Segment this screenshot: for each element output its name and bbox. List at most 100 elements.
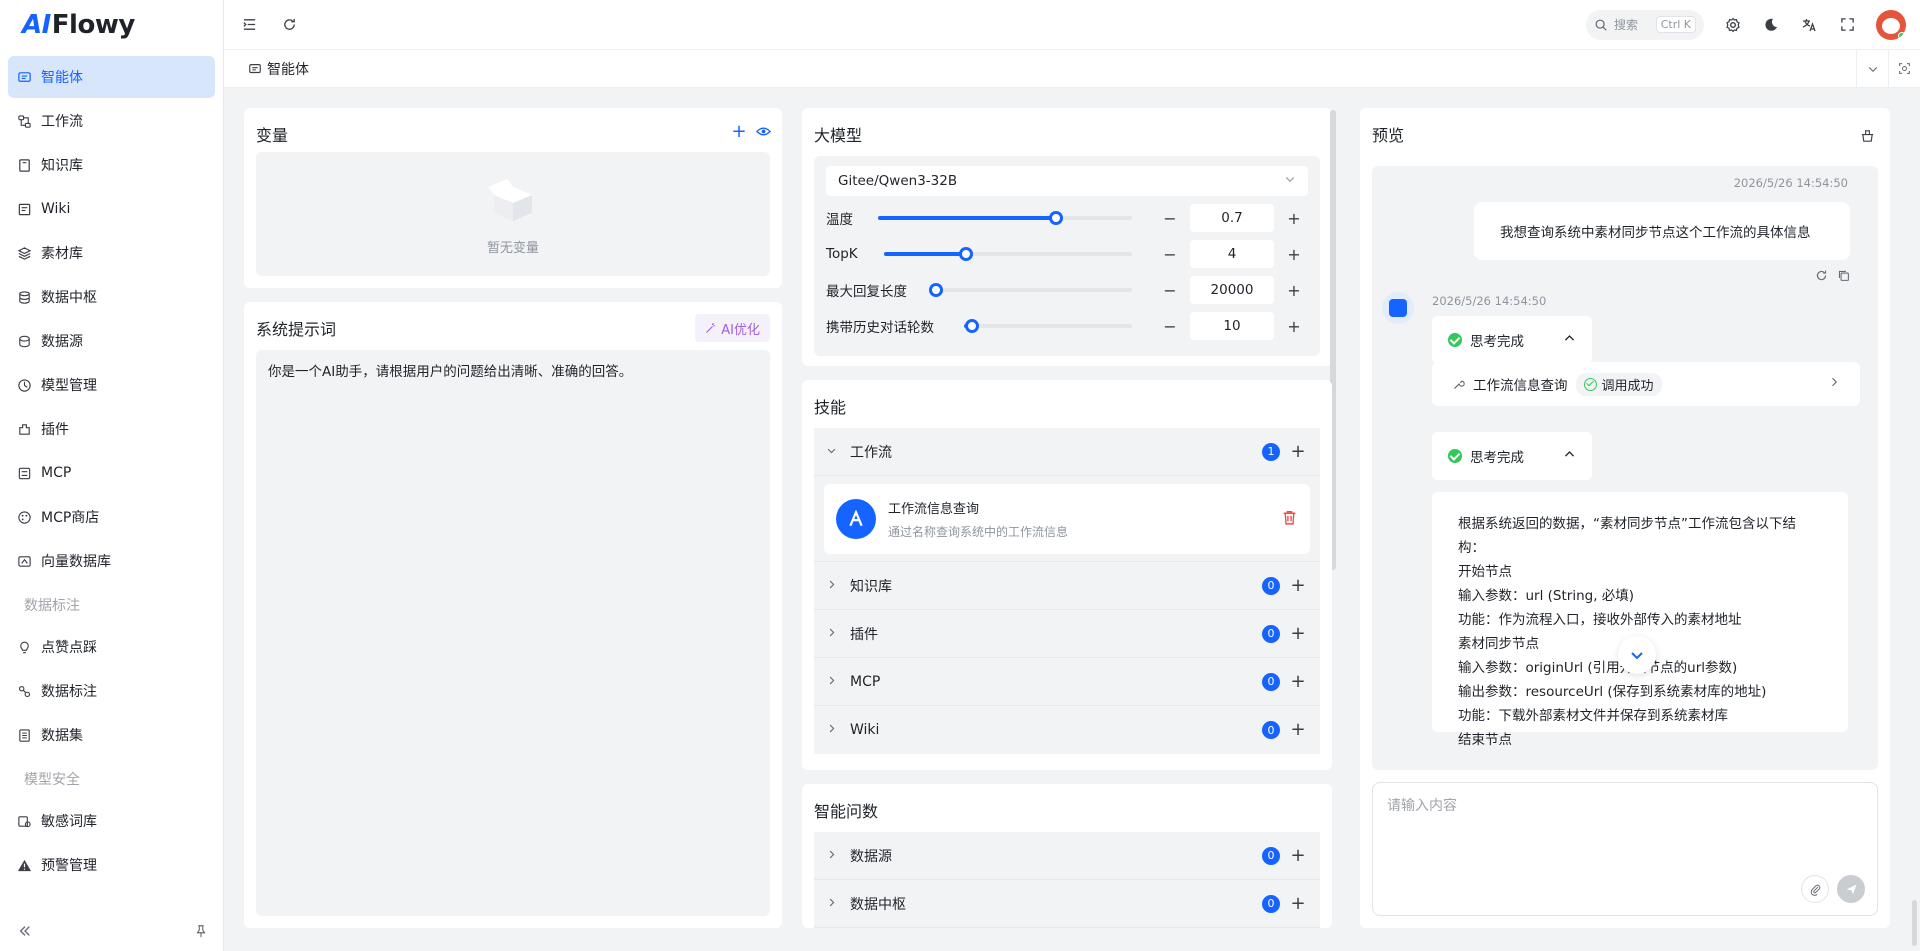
eye-icon[interactable]: [754, 122, 772, 140]
workflow-card-desc: 通过名称查询系统中的工作流信息: [888, 525, 1069, 539]
logo-text: Flowy: [51, 10, 136, 40]
datahub-row[interactable]: 数据中枢 0 +: [814, 880, 1320, 928]
add-knowledge-icon[interactable]: +: [1288, 576, 1308, 595]
attachment-icon[interactable]: [1801, 875, 1829, 903]
param-value-input[interactable]: 0.7: [1190, 204, 1274, 232]
copy-icon[interactable]: [1834, 266, 1852, 284]
plus-icon[interactable]: +: [1280, 240, 1308, 268]
workflow-card[interactable]: 工作流信息查询 通过名称查询系统中的工作流信息: [824, 484, 1310, 554]
sidebar-item-label: 数据源: [41, 334, 83, 350]
pin-icon[interactable]: [192, 922, 210, 940]
minus-icon[interactable]: −: [1156, 276, 1184, 304]
skill-wiki-label: Wiki: [850, 722, 880, 738]
chat-messages[interactable]: 2026/5/26 14:54:50 我想查询系统中素材同步节点这个工作流的具体…: [1372, 166, 1878, 770]
tabs-dropdown-icon[interactable]: [1856, 50, 1888, 87]
sidebar-item-label: 数据集: [41, 728, 83, 744]
add-wiki-icon[interactable]: +: [1288, 721, 1308, 739]
param-value-input[interactable]: 4: [1190, 240, 1274, 268]
trash-icon[interactable]: [1281, 509, 1298, 530]
skill-mcp-row[interactable]: MCP 0 +: [814, 658, 1320, 706]
skill-knowledge-row[interactable]: 知识库 0 +: [814, 562, 1320, 610]
thinking-toggle-1[interactable]: 思考完成: [1432, 316, 1592, 364]
app-logo[interactable]: AI Flowy: [0, 0, 223, 50]
sidebar-item-vector[interactable]: 向量数据库: [8, 540, 215, 582]
settings-icon[interactable]: [1724, 16, 1742, 34]
sidebar-item-workflow[interactable]: 工作流: [8, 100, 215, 142]
param-slider[interactable]: [964, 319, 1132, 333]
add-plugin-icon[interactable]: +: [1288, 624, 1308, 643]
add-datahub-icon[interactable]: +: [1288, 894, 1308, 913]
sidebar-item-sensitive[interactable]: 敏感词库: [8, 800, 215, 842]
add-workflow-icon[interactable]: +: [1288, 442, 1308, 461]
fullscreen-icon[interactable]: [1838, 16, 1856, 34]
skills-title: 技能: [814, 398, 847, 417]
system-prompt-editor[interactable]: 你是一个AI助手，请根据用户的问题给出清晰、准确的回答。: [256, 350, 770, 916]
skill-wiki-count: 0: [1262, 721, 1280, 739]
skill-workflow-row[interactable]: 工作流 1 +: [814, 428, 1320, 476]
sidebar-item-bulb[interactable]: 点赞点踩: [8, 626, 215, 668]
add-datasource-icon[interactable]: +: [1288, 846, 1308, 865]
param-slider[interactable]: [929, 283, 1132, 297]
sidebar-item-book[interactable]: 知识库: [8, 144, 215, 186]
sidebar-item-database[interactable]: 数据中枢: [8, 276, 215, 318]
sidebar-item-datasource[interactable]: 数据源: [8, 320, 215, 362]
sidebar-item-plugin[interactable]: 插件: [8, 408, 215, 450]
param-stepper: −4 +: [1156, 240, 1308, 268]
chevron-right-icon: [826, 627, 840, 641]
param-slider[interactable]: [884, 247, 1132, 261]
tab-agent[interactable]: 智能体: [224, 59, 309, 79]
param-stepper: −20000 +: [1156, 276, 1308, 304]
skill-wiki-row[interactable]: Wiki 0 +: [814, 706, 1320, 754]
slider-handle[interactable]: [965, 319, 980, 333]
minus-icon[interactable]: −: [1156, 240, 1184, 268]
nav-group-security: 模型安全: [24, 772, 80, 788]
variables-title: 变量: [256, 126, 289, 145]
tool-call-row[interactable]: 工作流信息查询 调用成功: [1432, 362, 1860, 406]
clear-chat-icon[interactable]: [1858, 126, 1876, 144]
plus-icon[interactable]: +: [1280, 276, 1308, 304]
skill-plugin-label: 插件: [850, 626, 878, 643]
dark-mode-icon[interactable]: [1762, 16, 1780, 34]
thinking-toggle-2[interactable]: 思考完成: [1432, 432, 1592, 480]
scroll-to-bottom-button[interactable]: [1618, 636, 1656, 674]
add-mcp-icon[interactable]: +: [1288, 672, 1308, 691]
sidebar-item-model[interactable]: 模型管理: [8, 364, 215, 406]
send-button[interactable]: [1837, 875, 1865, 903]
param-value-input[interactable]: 20000: [1190, 276, 1274, 304]
sidebar-item-mcp[interactable]: MCP: [8, 452, 215, 494]
datasource-row[interactable]: 数据源 0 +: [814, 832, 1320, 880]
sidebar-item-chat[interactable]: 智能体: [8, 56, 215, 98]
sidebar-item-warning[interactable]: 预警管理: [8, 844, 215, 886]
regenerate-icon[interactable]: [1812, 266, 1830, 284]
user-avatar[interactable]: [1876, 9, 1906, 40]
slider-handle[interactable]: [958, 247, 973, 261]
wrench-icon: [1454, 380, 1465, 389]
param-value-input[interactable]: 10: [1190, 312, 1274, 340]
page-scrollbar[interactable]: [1912, 900, 1917, 946]
collapse-sidebar-icon[interactable]: [16, 922, 34, 940]
add-variable-icon[interactable]: +: [730, 121, 748, 142]
plugin-icon: [16, 421, 32, 437]
sidebar-item-layers[interactable]: 素材库: [8, 232, 215, 274]
sidebar-item-annotate[interactable]: 数据标注: [8, 670, 215, 712]
sidebar-item-dataset[interactable]: 数据集: [8, 714, 215, 756]
plus-icon[interactable]: +: [1280, 204, 1308, 232]
slider-handle[interactable]: [929, 283, 943, 297]
param-slider[interactable]: [878, 211, 1132, 225]
slider-handle[interactable]: [1048, 211, 1063, 225]
skill-plugin-row[interactable]: 插件 0 +: [814, 610, 1320, 658]
param-label: TopK: [826, 246, 858, 262]
sidebar-item-wiki[interactable]: Wiki: [8, 188, 215, 230]
minus-icon[interactable]: −: [1156, 312, 1184, 340]
global-search[interactable]: 搜索 Ctrl K: [1586, 9, 1704, 40]
screenshot-icon[interactable]: [1888, 50, 1920, 87]
translate-icon[interactable]: [1800, 16, 1818, 34]
model-select[interactable]: Gitee/Qwen3-32B: [826, 166, 1308, 196]
minus-icon[interactable]: −: [1156, 204, 1184, 232]
ai-optimize-button[interactable]: AI优化: [695, 314, 770, 342]
chat-input[interactable]: 请输入内容: [1372, 782, 1878, 916]
sidebar-item-store[interactable]: MCP商店: [8, 496, 215, 538]
menu-toggle-icon[interactable]: [240, 16, 258, 34]
refresh-icon[interactable]: [280, 16, 298, 34]
plus-icon[interactable]: +: [1280, 312, 1308, 340]
